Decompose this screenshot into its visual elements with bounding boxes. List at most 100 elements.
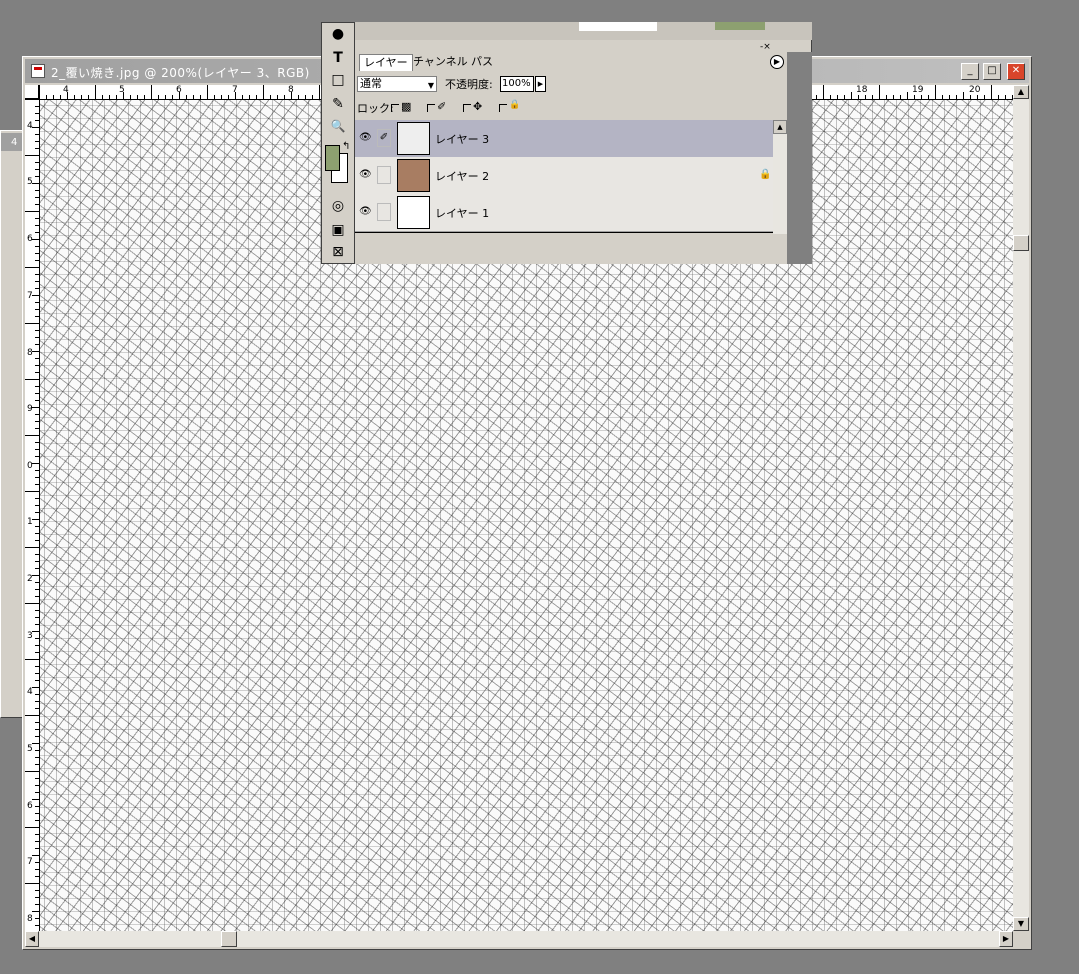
palette-gray-margin (787, 52, 812, 264)
ruler-left-label: 6 (27, 801, 33, 811)
link-icon[interactable] (377, 166, 391, 184)
type-icon: T (333, 50, 343, 66)
photoshop-document-icon (31, 64, 45, 78)
ruler-left-label: 1 (27, 517, 33, 527)
scroll-up-arrow-icon[interactable]: ▲ (1013, 85, 1029, 99)
link-icon[interactable] (377, 203, 391, 221)
opacity-slider-button[interactable]: ▶ (535, 76, 546, 92)
eyedropper-tool[interactable]: ✎ (326, 93, 350, 115)
ruler-top-label: 8 (288, 85, 294, 95)
blend-opacity-row: 通常 ▼ 不透明度: 100% ▶ (355, 74, 785, 96)
layer-row[interactable]: 👁 レイヤー 1 (355, 194, 773, 232)
vertical-ruler[interactable]: 4 5 6 7 8 9 0 1 2 3 4 5 6 7 8 (25, 99, 40, 931)
layer-list-scrollbar[interactable]: ▲ (773, 120, 787, 234)
palette-swatch-white (579, 22, 657, 31)
screen-mode-button[interactable]: ▣ (326, 219, 350, 241)
dodge-icon: ● (331, 26, 345, 42)
background-document-window[interactable]: 4 (0, 130, 25, 718)
ruler-left-label: 4 (27, 121, 33, 131)
ruler-left-label: 8 (27, 348, 33, 358)
layer-thumbnail (397, 196, 430, 229)
layers-palette: -× レイヤー チャンネル パス ▶ 通常 ▼ 不透明度: 100% ▶ ロック… (355, 22, 812, 264)
layer-list-divider (355, 232, 773, 233)
palette-menu-icon[interactable]: ▶ (770, 55, 784, 69)
palette-swatch-green (715, 22, 765, 30)
layer-name: レイヤー 3 (435, 133, 490, 146)
tab-layers[interactable]: レイヤー (359, 54, 413, 71)
toolbox-panel: ● T □ ✎ 🔍 ↰ ◎ ▣ ⊠ (321, 22, 355, 264)
blend-mode-select[interactable]: 通常 ▼ (357, 76, 437, 92)
scroll-right-arrow-icon[interactable]: ▶ (999, 931, 1013, 947)
scroll-up-arrow-icon[interactable]: ▲ (773, 120, 787, 134)
type-tool[interactable]: T (326, 47, 350, 69)
brush-link-icon[interactable]: ✐ (377, 129, 391, 147)
eye-icon[interactable]: 👁 (359, 132, 372, 143)
tab-channels[interactable]: チャンネル (409, 54, 472, 70)
ruler-left-label: 2 (27, 574, 33, 584)
layer-name: レイヤー 2 (435, 170, 490, 183)
layer-thumbnail (397, 159, 430, 192)
minimize-button[interactable]: _ (961, 63, 979, 80)
scroll-left-arrow-icon[interactable]: ◀ (25, 931, 39, 947)
lock-row: ロック: ▩ ✐ ✥ 🔒 (355, 98, 785, 118)
zoom-icon: 🔍 (330, 119, 346, 133)
blend-mode-value: 通常 (360, 77, 382, 90)
tab-paths[interactable]: パス (467, 54, 497, 70)
resize-grip[interactable] (1013, 931, 1029, 947)
lock-transparency-checkbox[interactable] (391, 104, 399, 112)
ruler-left-label: 8 (27, 914, 33, 924)
palette-close-button[interactable]: -× (760, 42, 784, 52)
ruler-top-label: 7 (232, 85, 238, 95)
ruler-top-label: 18 (856, 85, 868, 95)
layer-name: レイヤー 1 (435, 207, 490, 220)
zoom-tool[interactable]: 🔍 (326, 115, 350, 137)
rectangle-icon: □ (331, 72, 345, 88)
dodge-tool[interactable]: ● (326, 23, 350, 45)
ruler-origin[interactable] (25, 85, 39, 99)
rectangle-tool[interactable]: □ (326, 69, 350, 91)
vertical-scrollbar[interactable]: ▲ ▼ (1013, 85, 1029, 931)
ruler-left-label: 5 (27, 177, 33, 187)
brush-icon: ✐ (437, 100, 447, 113)
ruler-top-label: 19 (912, 85, 924, 95)
close-button[interactable]: ✕ (1007, 63, 1025, 80)
background-window-number: 4 (11, 137, 18, 148)
lock-position-checkbox[interactable] (463, 104, 471, 112)
swap-colors-icon[interactable]: ↰ (342, 141, 350, 152)
chevron-down-icon: ▼ (427, 81, 434, 90)
scroll-down-arrow-icon[interactable]: ▼ (1013, 917, 1029, 931)
quick-mask-button[interactable]: ◎ (326, 195, 350, 217)
layer-row[interactable]: 👁 レイヤー 2 🔒 (355, 157, 773, 195)
document-title: 2_覆い焼き.jpg @ 200%(レイヤー 3、RGB) (51, 66, 310, 80)
lock-icon: 🔒 (509, 100, 521, 110)
ruler-left-label: 7 (27, 291, 33, 301)
ruler-left-label: 3 (27, 631, 33, 641)
eye-icon[interactable]: 👁 (359, 169, 372, 180)
ruler-left-label: 7 (27, 857, 33, 867)
eye-icon[interactable]: 👁 (359, 206, 372, 217)
opacity-label: 不透明度: (445, 78, 493, 91)
vertical-scroll-thumb[interactable] (1013, 235, 1029, 251)
layer-row[interactable]: 👁 ✐ レイヤー 3 (355, 120, 773, 158)
lock-image-checkbox[interactable] (427, 104, 435, 112)
lock-all-checkbox[interactable] (499, 104, 507, 112)
jump-to-imageready-button[interactable]: ⊠ (326, 241, 350, 263)
imageready-icon: ⊠ (332, 244, 344, 260)
foreground-color-swatch[interactable] (325, 145, 340, 171)
horizontal-scrollbar[interactable]: ◀ ▶ (25, 931, 1013, 947)
maximize-button[interactable]: □ (983, 63, 1001, 80)
ruler-top-label: 5 (119, 85, 125, 95)
ruler-left-label: 6 (27, 234, 33, 244)
layer-thumbnail (397, 122, 430, 155)
lock-icon: 🔒 (759, 169, 772, 180)
transparency-icon: ▩ (401, 100, 412, 113)
opacity-field[interactable]: 100% (500, 76, 534, 92)
horizontal-scroll-thumb[interactable] (221, 931, 237, 947)
ruler-left-label: 5 (27, 744, 33, 754)
layer-list: 👁 ✐ レイヤー 3 👁 レイヤー 2 🔒 👁 レイヤー 1 (355, 120, 773, 234)
screen-mode-icon: ▣ (331, 222, 345, 238)
ruler-left-label: 0 (27, 461, 33, 471)
quick-mask-icon: ◎ (331, 198, 345, 214)
ruler-left-label: 9 (27, 404, 33, 414)
lock-label: ロック: (357, 102, 394, 115)
